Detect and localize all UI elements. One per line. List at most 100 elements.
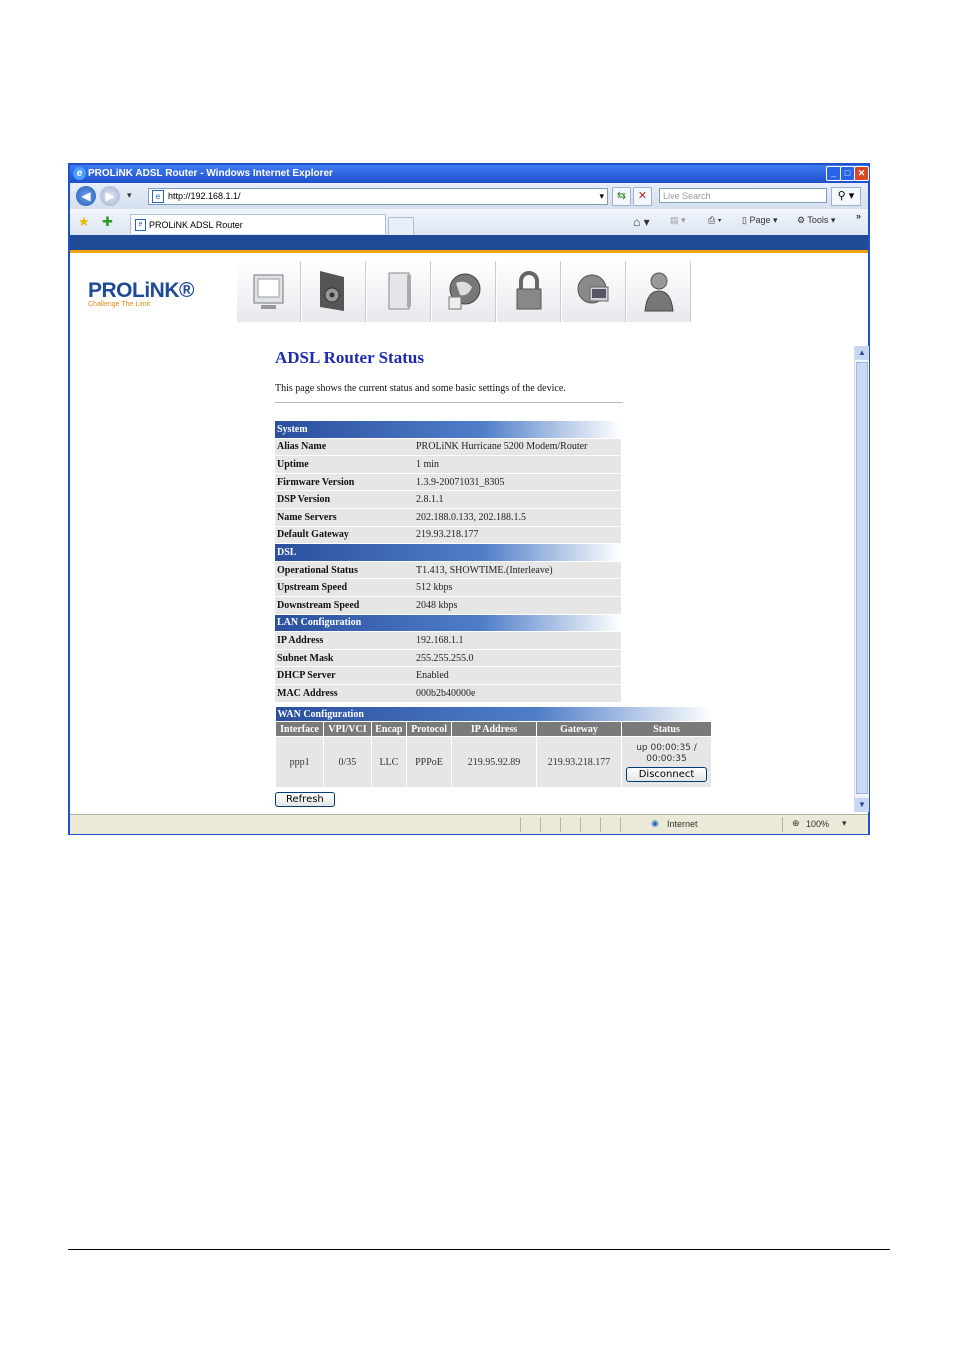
row-value: 1.3.9-20071031_8305 [414, 473, 621, 492]
wan-gateway: 219.93.218.177 [536, 736, 622, 788]
section-heading-dsl: DSL [275, 543, 621, 562]
section-heading-wan: WAN Configuration [275, 707, 712, 722]
close-icon[interactable]: ✕ [854, 166, 869, 181]
row-value: 1 min [414, 455, 621, 474]
wan-interface: ppp1 [274, 736, 325, 788]
table-row: Uptime 1 min [275, 455, 621, 474]
row-label: MAC Address [275, 684, 414, 703]
page-title: ADSL Router Status [275, 348, 424, 367]
tools-menu[interactable]: ⚙ Tools ▾ [797, 215, 835, 226]
prolink-logo: PROLiNK® Challenge The Limit [88, 279, 194, 308]
table-row: Subnet Mask 255.255.255.0 [275, 649, 621, 668]
divider [275, 402, 623, 403]
row-label: Name Servers [275, 508, 414, 527]
page-content: ADSL Router Status This page shows the c… [74, 346, 854, 812]
chevron-more-icon[interactable]: » [856, 211, 861, 221]
forward-button[interactable]: ▶ [100, 186, 120, 206]
zoom-icon[interactable]: ⊕ [792, 818, 800, 829]
window-title: PROLiNK ADSL Router - Windows Internet E… [88, 168, 333, 179]
url-field[interactable]: e http://192.168.1.1/ ▾ [148, 188, 608, 205]
router-header: PROLiNK® Challenge The Limit [70, 253, 868, 346]
status-icon[interactable] [237, 261, 301, 322]
wan-status-text: up 00:00:35 / 00:00:35 [636, 742, 697, 764]
network-icon[interactable] [562, 261, 626, 322]
status-bar: ◉ Internet ⊕ 100% ▾ [70, 814, 868, 834]
zone-label: Internet [667, 819, 698, 829]
row-label: Alias Name [275, 438, 414, 457]
tab-bar: ★ ✚ e PROLiNK ADSL Router ⌂ ▾ ▤ ▾ ⎙ ▾ ▯ … [70, 209, 868, 236]
row-label: Subnet Mask [275, 649, 414, 668]
row-value: 202.188.0.133, 202.188.1.5 [414, 508, 621, 527]
wan-encap: LLC [370, 736, 408, 788]
column-header: Encap [370, 721, 408, 737]
row-label: Firmware Version [275, 473, 414, 492]
page-menu-label: Page [749, 215, 771, 225]
minimize-icon[interactable]: _ [826, 166, 841, 181]
history-dropdown-icon[interactable]: ▾ [127, 190, 132, 201]
row-label: DSP Version [275, 490, 414, 509]
column-header: IP Address [451, 721, 537, 737]
page-menu[interactable]: ▯ Page ▾ [742, 215, 778, 226]
table-row: DSP Version 2.8.1.1 [275, 490, 621, 509]
page-icon: e [152, 190, 164, 203]
row-value: 000b2b40000e [414, 684, 621, 703]
router-top-band [70, 235, 868, 253]
internet-icon[interactable] [432, 261, 496, 322]
table-row: Alias Name PROLiNK Hurricane 5200 Modem/R… [275, 438, 621, 457]
row-value: 512 kbps [414, 578, 621, 597]
back-button[interactable]: ◀ [76, 186, 96, 206]
lock-icon[interactable] [497, 261, 561, 322]
home-icon[interactable]: ⌂ ▾ [633, 215, 650, 229]
column-header: Gateway [536, 721, 622, 737]
url-dropdown-icon[interactable]: ▾ [599, 189, 604, 204]
wan-protocol: PPPoE [406, 736, 452, 788]
tab-prolink[interactable]: e PROLiNK ADSL Router [130, 214, 386, 234]
refresh-page-icon[interactable]: ⇆ [612, 187, 631, 206]
row-value: 2.8.1.1 [414, 490, 621, 509]
vertical-scrollbar[interactable]: ▲ ▼ [854, 346, 869, 812]
disconnect-button[interactable]: Disconnect [625, 766, 708, 782]
row-label: DHCP Server [275, 666, 414, 685]
url-text: http://192.168.1.1/ [168, 191, 241, 201]
wan-table: WAN Configuration Interface VPI/VCI Enca… [274, 707, 712, 788]
table-row: IP Address 192.168.1.1 [275, 631, 621, 650]
row-value: 255.255.255.0 [414, 649, 621, 668]
scroll-thumb[interactable] [856, 362, 868, 794]
status-table: System Alias Name PROLiNK Hurricane 5200 … [275, 421, 621, 703]
table-row: MAC Address 000b2b40000e [275, 684, 621, 703]
row-value: Enabled [414, 666, 621, 685]
favorites-icon[interactable]: ★ [78, 214, 90, 230]
feeds-icon[interactable]: ▤ ▾ [670, 215, 686, 226]
ie-logo-icon: e [73, 167, 86, 180]
zoom-dropdown-icon[interactable]: ▾ [842, 818, 847, 829]
row-value: T1.413, SHOWTIME.(Interleave) [414, 561, 621, 580]
table-row: Firmware Version 1.3.9-20071031_8305 [275, 473, 621, 492]
scroll-down-icon[interactable]: ▼ [855, 798, 869, 812]
page-icon: e [135, 219, 146, 231]
row-value: 192.168.1.1 [414, 631, 621, 650]
scroll-up-icon[interactable]: ▲ [855, 346, 869, 360]
page-footer-line [68, 1249, 890, 1250]
search-icon[interactable]: ⚲ ▾ [831, 187, 861, 206]
device-icon[interactable] [367, 261, 431, 322]
table-row: DHCP Server Enabled [275, 666, 621, 685]
wan-status-cell: up 00:00:35 / 00:00:35 Disconnect [621, 736, 712, 788]
table-row: Downstream Speed 2048 kbps [275, 596, 621, 615]
add-favorite-icon[interactable]: ✚ [102, 214, 113, 230]
new-tab-button[interactable] [388, 217, 414, 236]
row-value: 2048 kbps [414, 596, 621, 615]
wan-vpi-vci: 0/35 [323, 736, 372, 788]
print-icon[interactable]: ⎙ ▾ [708, 215, 721, 226]
search-input[interactable]: Live Search [659, 188, 827, 203]
table-row: Upstream Speed 512 kbps [275, 578, 621, 597]
tab-title: PROLiNK ADSL Router [149, 220, 243, 230]
address-bar: ◀ ▶ ▾ e http://192.168.1.1/ ▾ ⇆ ✕ Live Se… [70, 183, 868, 210]
maximize-icon[interactable]: □ [840, 166, 855, 181]
zoom-level[interactable]: 100% [806, 819, 829, 829]
setup-icon[interactable] [302, 261, 366, 322]
stop-icon[interactable]: ✕ [633, 187, 652, 206]
row-value: PROLiNK Hurricane 5200 Modem/Router [414, 438, 621, 457]
row-label: IP Address [275, 631, 414, 650]
refresh-button[interactable]: Refresh [275, 792, 335, 807]
user-icon[interactable] [627, 261, 691, 322]
